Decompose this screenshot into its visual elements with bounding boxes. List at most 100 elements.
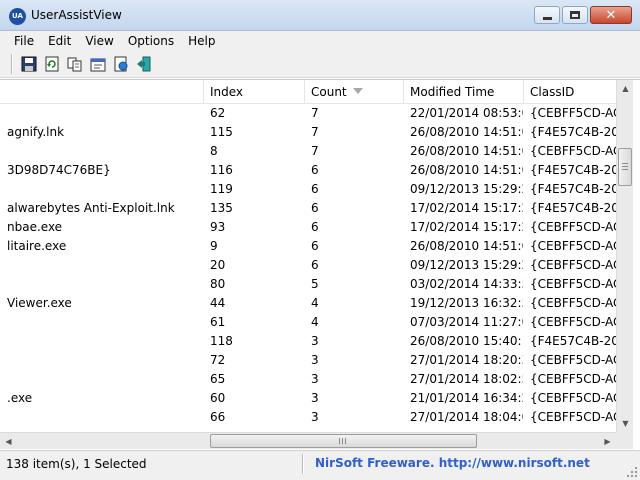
table-row[interactable]: nbae.exe 93 6 17/02/2014 15:17:29 {CEBFF5CD-… [0, 218, 616, 237]
scroll-left-arrow[interactable]: ◀ [0, 433, 17, 449]
menu-edit[interactable]: Edit [41, 34, 78, 48]
cell-name [7, 104, 203, 123]
column-header-name[interactable] [0, 80, 204, 104]
save-button[interactable] [19, 54, 39, 74]
cell-index: 118 [210, 334, 233, 348]
cell-index: 8 [210, 144, 218, 158]
cell-classid: {F4E57C4B-2036 [530, 182, 616, 196]
cell-index: 60 [210, 391, 226, 405]
html-report-button[interactable] [111, 54, 131, 74]
minimize-button[interactable] [534, 6, 560, 24]
userassist-list[interactable]: Index Count Modified Time ClassID 62 7 22/… [0, 79, 640, 449]
cell-index: 65 [210, 372, 226, 386]
cell-modified-time: 26/08/2010 14:51:00 [410, 125, 523, 139]
nirsoft-link[interactable]: NirSoft Freeware. http://www.nirsoft.net [315, 456, 590, 470]
menu-file[interactable]: File [7, 34, 41, 48]
column-header-count-label: Count [311, 85, 347, 99]
cell-count: 3 [311, 410, 319, 424]
table-row[interactable]: 72 3 27/01/2014 18:20:34 {CEBFF5CD-ACE [0, 351, 616, 370]
cell-name: 3D98D74C76BE} [7, 163, 111, 177]
cell-classid: {CEBFF5CD-ACE [530, 372, 616, 386]
cell-index: 115 [210, 125, 233, 139]
status-bar: 138 item(s), 1 Selected NirSoft Freeware… [0, 450, 640, 480]
copy-icon [67, 57, 82, 71]
resize-grip-icon[interactable] [626, 466, 638, 478]
cell-name [7, 332, 203, 351]
cell-modified-time: 09/12/2013 15:29:25 [410, 182, 523, 196]
column-header-index[interactable]: Index [204, 80, 305, 104]
column-header-classid[interactable]: ClassID [524, 80, 616, 104]
table-row[interactable]: 80 5 03/02/2014 14:33:52 {CEBFF5CD-ACE [0, 275, 616, 294]
scroll-down-arrow[interactable]: ▼ [617, 415, 634, 432]
html-report-icon [114, 56, 128, 71]
cell-count: 3 [311, 334, 319, 348]
table-row[interactable]: Viewer.exe44419/12/2013 16:32:56{CEBFF5C… [0, 294, 616, 313]
menu-help[interactable]: Help [181, 34, 222, 48]
table-row[interactable]: 3D98D74C76BE} 116 6 26/08/2010 14:51:00 {F4E… [0, 161, 616, 180]
horizontal-scrollbar[interactable]: ◀ ▶ [0, 432, 616, 449]
cell-classid: {CEBFF5CD-ACE [530, 258, 616, 272]
cell-classid: {F4E57C4B-2036 [530, 163, 616, 177]
vertical-scrollbar[interactable]: ▲ ▼ [616, 80, 633, 432]
cell-classid: {CEBFF5CD-ACE [530, 106, 616, 120]
window-controls: ✕ [534, 6, 632, 24]
table-row[interactable]: 20 6 09/12/2013 15:29:25 {CEBFF5CD-ACE [0, 256, 616, 275]
exit-button[interactable] [134, 54, 154, 74]
cell-classid: {CEBFF5CD-ACE [530, 277, 616, 291]
table-row[interactable]: litaire.exe 9 6 26/08/2010 14:51:00 {CEBFF5C… [0, 237, 616, 256]
cell-modified-time: 26/08/2010 14:51:00 [410, 144, 523, 158]
cell-classid: {CEBFF5CD-ACE [530, 391, 616, 405]
refresh-button[interactable] [42, 54, 62, 74]
cell-name [7, 256, 203, 275]
cell-modified-time: 26/08/2010 14:51:00 [410, 239, 523, 253]
cell-index: 135 [210, 201, 233, 215]
cell-count: 4 [311, 296, 319, 310]
cell-modified-time: 27/01/2014 18:04:01 [410, 410, 523, 424]
cell-name: agnify.lnk [7, 125, 65, 139]
table-row[interactable]: alwarebytes Anti-Exploit.lnk 135 6 17/02/20… [0, 199, 616, 218]
cell-index: 72 [210, 353, 226, 367]
cell-name: nbae.exe [7, 220, 63, 234]
cell-modified-time: 17/02/2014 15:17:29 [410, 201, 523, 215]
table-row[interactable]: 62 7 22/01/2014 08:53:05 {CEBFF5CD-ACE [0, 104, 616, 123]
table-row[interactable]: 8 7 26/08/2010 14:51:00 {CEBFF5CD-ACE [0, 142, 616, 161]
title-bar[interactable]: UA UserAssistView ✕ [0, 0, 640, 31]
cell-name: litaire.exe [7, 239, 67, 253]
cell-name: Viewer.exe [7, 296, 72, 310]
status-divider [302, 454, 304, 474]
close-button[interactable]: ✕ [590, 6, 632, 24]
table-row[interactable]: 65 3 27/01/2014 18:02:55 {CEBFF5CD-ACE [0, 370, 616, 389]
cell-index: 9 [210, 239, 218, 253]
scroll-right-arrow[interactable]: ▶ [599, 433, 616, 449]
table-row[interactable]: .exe 60 3 21/01/2014 16:34:25 {CEBFF5CD-ACE [0, 389, 616, 408]
vertical-scroll-thumb[interactable] [618, 148, 632, 186]
table-row[interactable]: 119 6 09/12/2013 15:29:25 {F4E57C4B-2036 [0, 180, 616, 199]
menu-options[interactable]: Options [121, 34, 181, 48]
cell-name: .exe [7, 391, 33, 405]
menu-view[interactable]: View [78, 34, 120, 48]
horizontal-scroll-thumb[interactable] [210, 434, 477, 448]
arrow-left-icon: ◀ [5, 437, 12, 446]
cell-count: 6 [311, 201, 319, 215]
properties-button[interactable] [88, 54, 108, 74]
copy-button[interactable] [65, 54, 85, 74]
cell-classid: {F4E57C4B-2036 [530, 201, 616, 215]
cell-modified-time: 17/02/2014 15:17:29 [410, 220, 523, 234]
table-row[interactable]: 61 4 07/03/2014 11:27:00 {CEBFF5CD-ACE [0, 313, 616, 332]
toolbar-separator [11, 53, 13, 74]
properties-icon [90, 58, 106, 71]
cell-count: 7 [311, 125, 319, 139]
table-row[interactable]: 118 3 26/08/2010 15:40:11 {F4E57C4B-2036 [0, 332, 616, 351]
cell-classid: {CEBFF5CD-ACE [530, 410, 616, 424]
cell-count: 5 [311, 277, 319, 291]
maximize-button[interactable] [562, 6, 588, 24]
cell-name [7, 351, 203, 370]
column-header-count[interactable]: Count [305, 80, 404, 104]
table-row[interactable]: agnify.lnk 115 7 26/08/2010 14:51:00 {F4E57C… [0, 123, 616, 142]
cell-index: 61 [210, 315, 226, 329]
table-row[interactable]: 66 3 27/01/2014 18:04:01 {CEBFF5CD-ACE [0, 408, 616, 427]
scroll-up-arrow[interactable]: ▲ [617, 80, 634, 97]
cell-modified-time: 27/01/2014 18:20:34 [410, 353, 523, 367]
column-header-modified-time[interactable]: Modified Time [404, 80, 524, 104]
userassist-app-icon: UA [9, 8, 26, 25]
